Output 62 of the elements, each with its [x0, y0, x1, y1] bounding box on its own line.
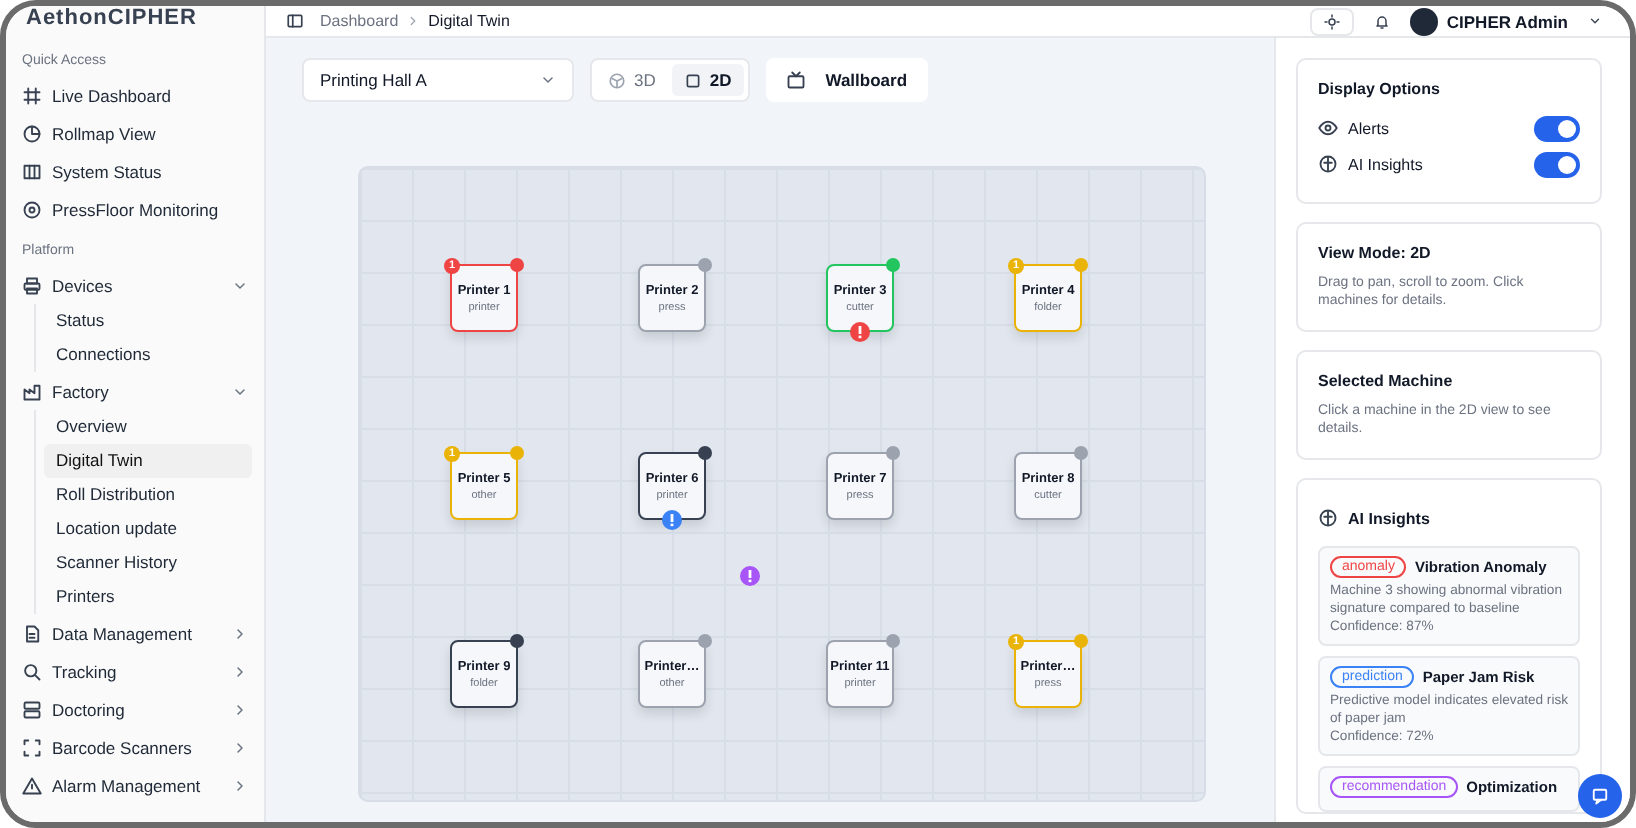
- cube-icon: [608, 71, 626, 89]
- avatar[interactable]: [1410, 7, 1439, 35]
- pie-chart-icon: [22, 123, 42, 143]
- nav-item[interactable]: Rollmap View: [18, 114, 252, 152]
- sun-icon: [1324, 13, 1341, 29]
- user-name[interactable]: CIPHER Admin: [1446, 11, 1568, 31]
- nav-item[interactable]: Live Dashboard: [18, 76, 252, 114]
- card-title: View Mode: 2D: [1318, 244, 1433, 262]
- breadcrumb-link[interactable]: Digital Twin: [428, 12, 510, 30]
- eye-icon: [1318, 118, 1338, 138]
- server-icon: [22, 699, 42, 719]
- warning-icon: [22, 775, 42, 795]
- document-icon: [22, 623, 42, 643]
- factory-icon: [22, 381, 42, 401]
- search-icon: [22, 661, 42, 681]
- chevron-down-icon: [540, 72, 556, 88]
- chat-icon: [1590, 786, 1610, 806]
- nav-subitem[interactable]: Overview: [44, 410, 252, 444]
- nav-subitem[interactable]: Connections: [44, 338, 252, 372]
- hash-icon: [22, 85, 42, 105]
- toggle-switch[interactable]: [1534, 115, 1580, 141]
- scan-frame-icon: [22, 737, 42, 757]
- wallboard-button[interactable]: Wallboard: [765, 58, 928, 102]
- nav-subitem[interactable]: Roll Distribution: [44, 478, 252, 512]
- nav-item[interactable]: Data Management: [18, 614, 252, 652]
- toggle-switch[interactable]: [1534, 151, 1580, 177]
- alert-marker-icon[interactable]: [850, 322, 870, 342]
- nav-subitem[interactable]: Printers: [44, 580, 252, 614]
- globe-icon: [1318, 508, 1338, 528]
- hall-select[interactable]: Printing Hall A: [302, 58, 574, 102]
- toggle-label: Alerts: [1348, 119, 1391, 137]
- tv-icon: [785, 70, 806, 90]
- nav-item[interactable]: Doctoring: [18, 690, 252, 728]
- square-icon: [683, 71, 702, 89]
- view-tab[interactable]: 3D: [596, 64, 668, 96]
- globe-icon: [1318, 154, 1338, 174]
- toggle-label: AI Insights: [1348, 155, 1425, 173]
- nav-item[interactable]: Tracking: [18, 652, 252, 690]
- nav-subitem[interactable]: Digital Twin: [44, 444, 252, 478]
- logo-text: AethonCIPHER: [24, 6, 199, 34]
- breadcrumb-link[interactable]: Dashboard: [320, 12, 399, 30]
- nav-subitem[interactable]: Scanner History: [44, 546, 252, 580]
- card-title: AI Insights: [1348, 509, 1430, 527]
- nav-subitem[interactable]: Status: [44, 304, 252, 338]
- bell-icon: [1374, 13, 1391, 29]
- nav-item[interactable]: PressFloor Monitoring: [18, 190, 252, 228]
- nav-item[interactable]: Barcode Scanners: [18, 728, 252, 766]
- nav-item[interactable]: System Status: [18, 152, 252, 190]
- view-tab[interactable]: 2D: [671, 64, 744, 96]
- nav-item[interactable]: Factory: [18, 372, 252, 410]
- chevron-right-icon: [406, 14, 421, 28]
- card-title: Selected Machine: [1318, 372, 1455, 390]
- card-title: Display Options: [1318, 80, 1442, 98]
- chevron-down-icon: [1588, 14, 1602, 28]
- nav-subitem[interactable]: Location update: [44, 512, 252, 546]
- theme-button[interactable]: [1310, 7, 1355, 35]
- sidebar-toggle-icon: [286, 12, 304, 30]
- nav-item[interactable]: Devices: [18, 266, 252, 304]
- nav-item[interactable]: Alarm Management: [18, 766, 252, 804]
- alert-marker-icon[interactable]: [740, 566, 760, 586]
- printer-icon: [22, 275, 42, 295]
- alert-marker-icon[interactable]: [662, 510, 682, 530]
